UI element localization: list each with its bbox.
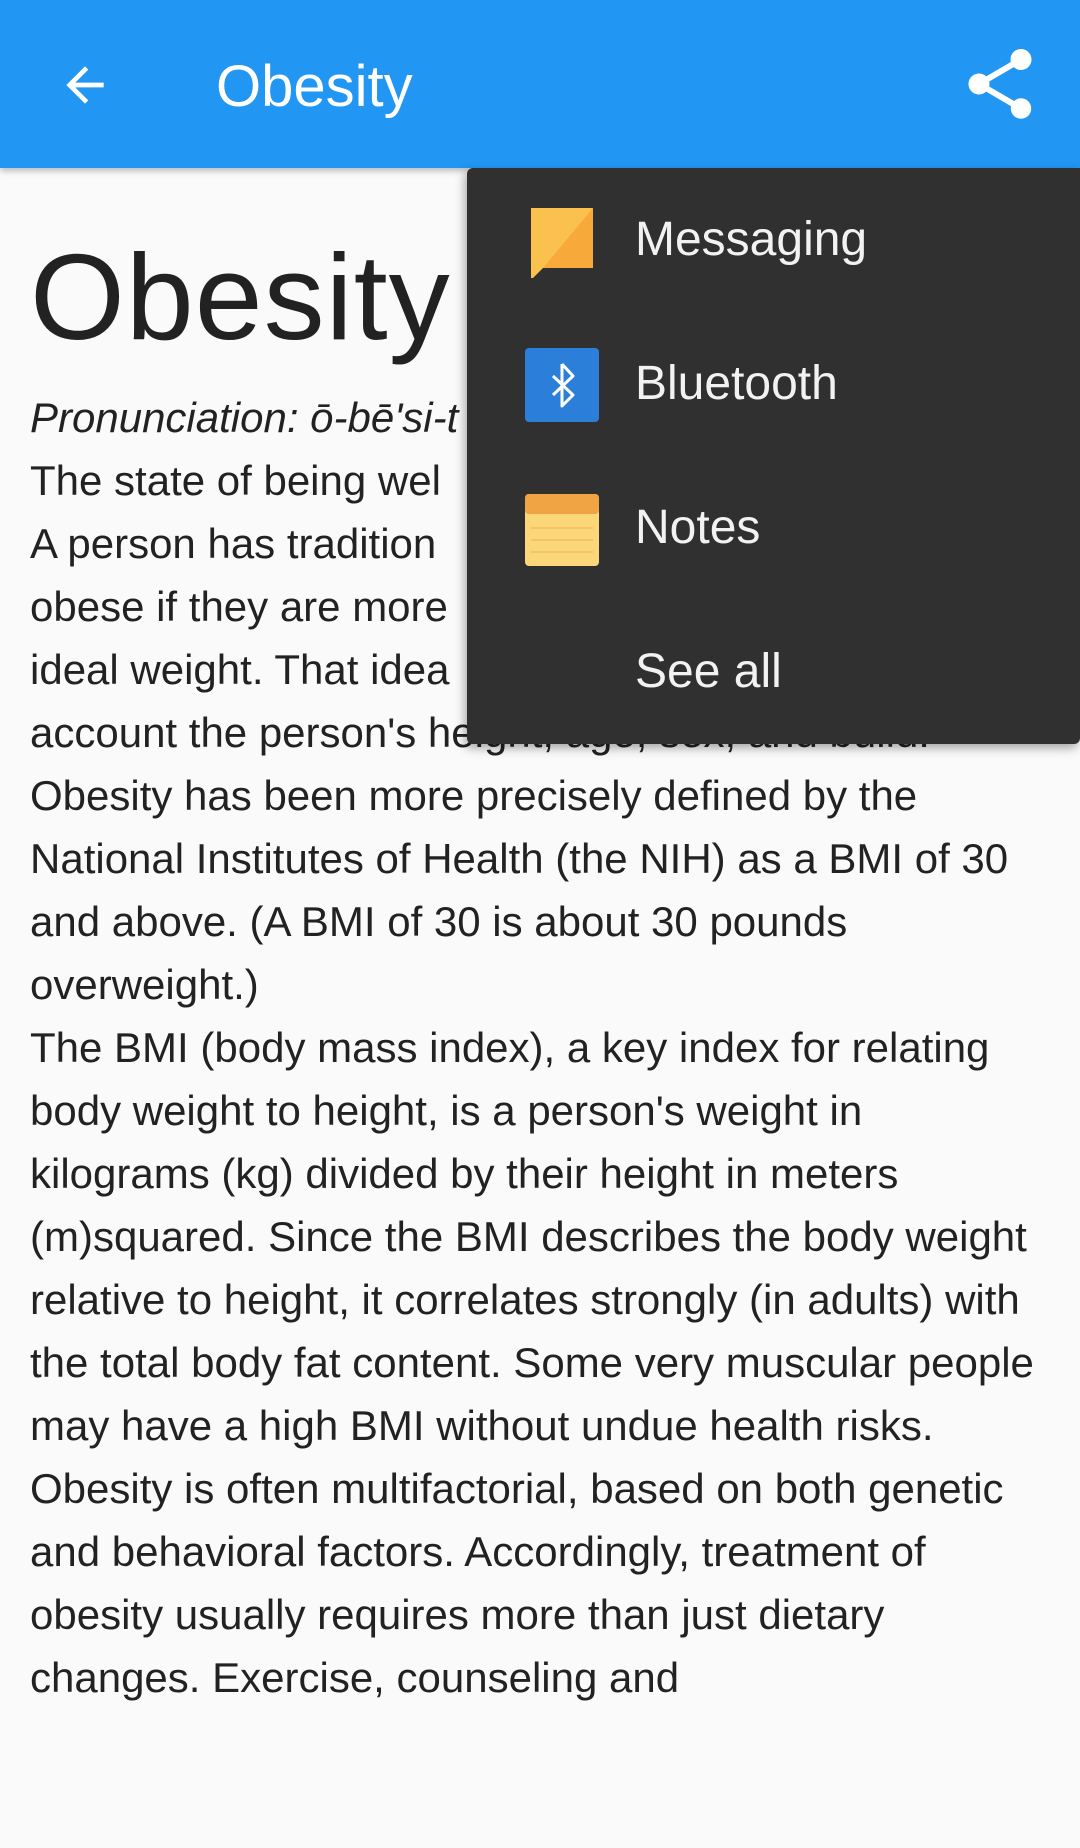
app-bar: Obesity <box>0 0 1080 168</box>
notes-icon <box>525 494 599 566</box>
paragraph: Obesity has been more precisely defined … <box>30 772 1009 1008</box>
back-button[interactable] <box>40 40 130 130</box>
share-option-messaging[interactable]: Messaging <box>467 168 1080 312</box>
bluetooth-icon <box>525 348 599 422</box>
menu-item-label: Bluetooth <box>635 357 838 410</box>
share-icon <box>968 49 1032 119</box>
menu-item-label: See all <box>635 645 782 698</box>
share-option-bluetooth[interactable]: Bluetooth <box>467 312 1080 456</box>
menu-item-label: Notes <box>635 501 761 554</box>
share-menu: Messaging Bluetooth Notes See all <box>467 168 1080 744</box>
share-button[interactable] <box>950 38 1050 130</box>
paragraph: Obesity is often multifactorial, based o… <box>30 1465 1004 1701</box>
paragraph: The BMI (body mass index), a key index f… <box>30 1024 1034 1449</box>
menu-item-label: Messaging <box>635 213 868 266</box>
messaging-icon <box>531 208 593 278</box>
share-option-notes[interactable]: Notes <box>467 456 1080 600</box>
share-option-see-all[interactable]: See all <box>467 600 1080 744</box>
arrow-left-icon <box>66 66 104 104</box>
page-title: Obesity <box>216 54 413 119</box>
